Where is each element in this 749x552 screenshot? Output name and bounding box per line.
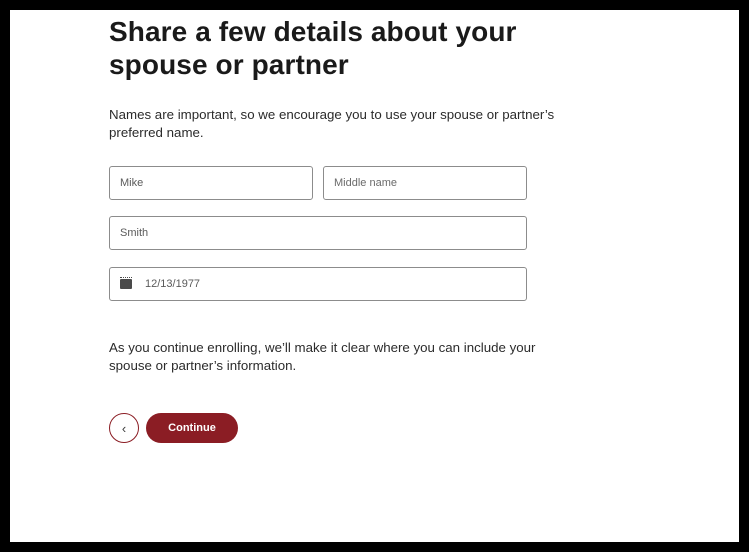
first-name-input[interactable] xyxy=(120,177,302,189)
continue-button[interactable]: Continue xyxy=(146,413,238,443)
back-button[interactable]: ‹ xyxy=(109,413,139,443)
intro-text: Names are important, so we encourage you… xyxy=(109,107,555,140)
first-name-field[interactable] xyxy=(109,166,313,200)
page-title: Share a few details about your spouse or… xyxy=(109,16,517,80)
date-of-birth-field[interactable] xyxy=(109,267,527,301)
middle-name-field[interactable] xyxy=(323,166,527,200)
date-of-birth-input[interactable] xyxy=(145,278,516,290)
last-name-input[interactable] xyxy=(120,227,516,239)
last-name-field[interactable] xyxy=(109,216,527,250)
screen-frame: Share a few details about your spouse or… xyxy=(10,10,739,542)
chevron-left-icon: ‹ xyxy=(121,420,127,436)
middle-name-input[interactable] xyxy=(334,177,516,189)
outro-text: As you continue enrolling, we’ll make it… xyxy=(109,340,536,373)
calendar-icon[interactable] xyxy=(120,277,132,289)
